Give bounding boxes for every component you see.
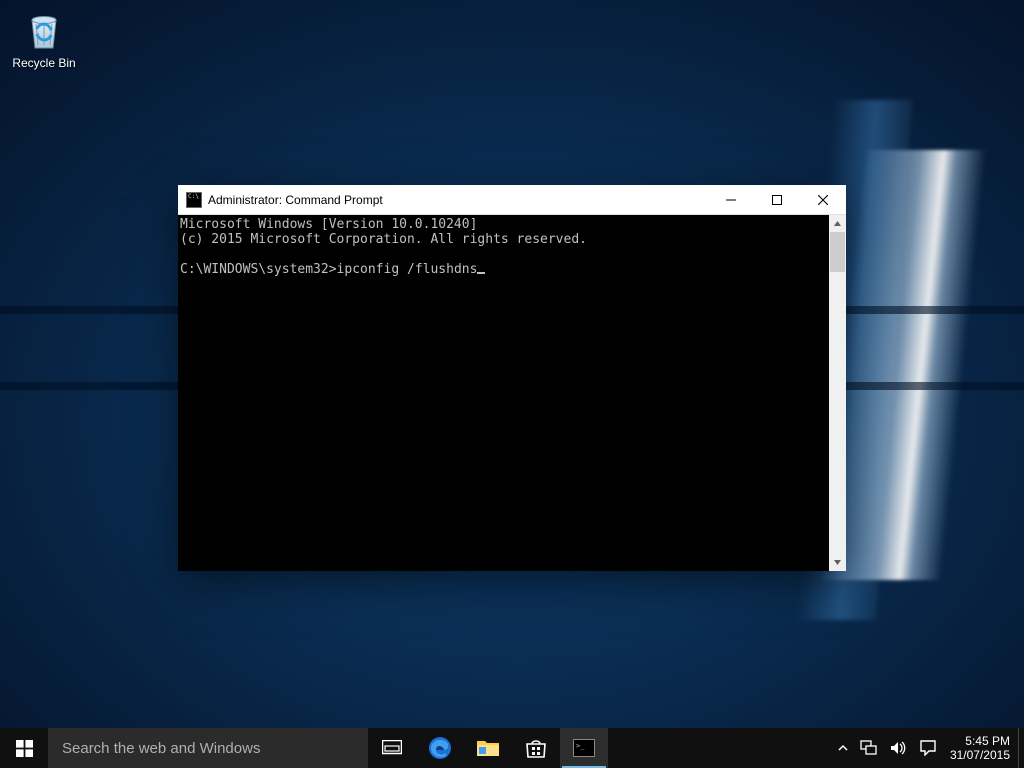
- terminal-line: (c) 2015 Microsoft Corporation. All righ…: [180, 232, 587, 247]
- tray-volume-button[interactable]: [884, 728, 914, 768]
- search-input[interactable]: [62, 740, 368, 757]
- cmd-icon: [186, 192, 202, 208]
- maximize-button[interactable]: [754, 185, 800, 214]
- cmd-icon: >_: [573, 739, 595, 757]
- taskbar-app-file-explorer[interactable]: [464, 728, 512, 768]
- minimize-button[interactable]: [708, 185, 754, 214]
- window-command-prompt[interactable]: Administrator: Command Prompt Microsoft …: [178, 185, 846, 571]
- taskbar-app-command-prompt[interactable]: >_: [560, 728, 608, 768]
- scrollbar-thumb[interactable]: [830, 232, 845, 272]
- system-tray: 5:45 PM 31/07/2015: [832, 728, 1024, 768]
- terminal-line: Microsoft Windows [Version 10.0.10240]: [180, 217, 477, 232]
- desktop-icon-recycle-bin[interactable]: Recycle Bin: [6, 6, 82, 70]
- search-box[interactable]: [48, 728, 368, 768]
- titlebar[interactable]: Administrator: Command Prompt: [178, 185, 846, 215]
- scrollbar-vertical[interactable]: [829, 215, 846, 571]
- svg-text:>_: >_: [576, 742, 585, 750]
- taskbar-app-store[interactable]: [512, 728, 560, 768]
- terminal-prompt: C:\WINDOWS\system32>: [180, 262, 337, 277]
- wallpaper-decoration: [821, 150, 986, 580]
- window-title: Administrator: Command Prompt: [208, 193, 708, 207]
- scrollbar-up-button[interactable]: [829, 215, 846, 232]
- taskbar: >_ 5:45 PM 31/07/2015: [0, 728, 1024, 768]
- network-icon: [860, 740, 878, 756]
- start-button[interactable]: [0, 728, 48, 768]
- store-icon: [525, 737, 547, 759]
- show-desktop-button[interactable]: [1018, 728, 1024, 768]
- desktop[interactable]: Recycle Bin Administrator: Command Promp…: [0, 0, 1024, 728]
- task-view-button[interactable]: [368, 728, 416, 768]
- tray-network-button[interactable]: [854, 728, 884, 768]
- close-button[interactable]: [800, 185, 846, 214]
- tray-action-center-button[interactable]: [914, 728, 942, 768]
- action-center-icon: [920, 740, 936, 756]
- terminal-command: ipconfig /flushdns: [337, 262, 478, 277]
- volume-icon: [890, 740, 908, 756]
- terminal-content[interactable]: Microsoft Windows [Version 10.0.10240] (…: [178, 215, 829, 571]
- edge-icon: [427, 735, 453, 761]
- recycle-bin-icon: [20, 6, 68, 54]
- chevron-up-icon: [838, 743, 848, 753]
- file-explorer-icon: [476, 738, 500, 758]
- scrollbar-down-button[interactable]: [829, 554, 846, 571]
- desktop-icon-label: Recycle Bin: [6, 56, 82, 70]
- task-view-icon: [382, 740, 402, 756]
- taskbar-app-edge[interactable]: [416, 728, 464, 768]
- scrollbar-track[interactable]: [829, 232, 846, 554]
- tray-clock[interactable]: 5:45 PM 31/07/2015: [942, 728, 1018, 768]
- windows-icon: [16, 740, 33, 757]
- terminal-cursor: [477, 272, 485, 274]
- tray-overflow-button[interactable]: [832, 728, 854, 768]
- tray-time: 5:45 PM: [965, 734, 1010, 748]
- tray-date: 31/07/2015: [950, 748, 1010, 762]
